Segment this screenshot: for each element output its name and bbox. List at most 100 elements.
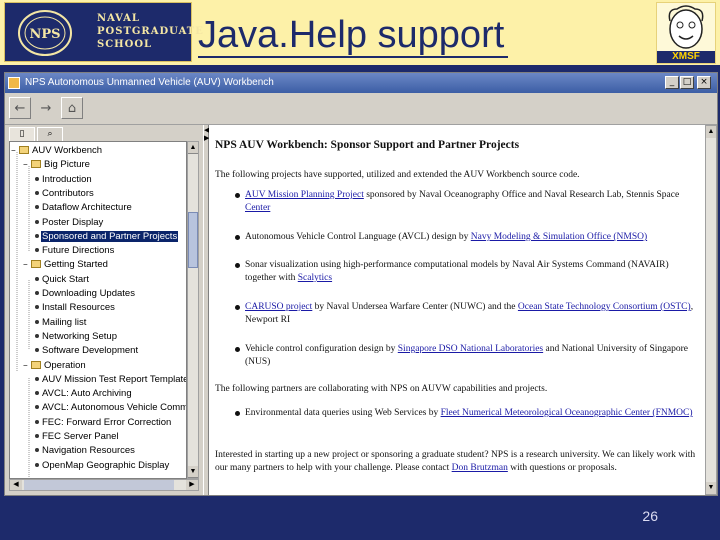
page-bullet-icon [35,305,39,310]
tree-page[interactable]: AVCL: Autonomous Vehicle Command Languag… [35,401,186,415]
tree-page[interactable]: Quick Start [35,273,90,287]
scroll-up-icon[interactable]: ▲ [706,126,716,138]
home-icon[interactable]: ⌂ [61,97,83,119]
tree-item-label: Contributors [42,187,94,199]
tree-page[interactable]: Dataflow Architecture [35,201,133,215]
page-bullet-icon [35,205,39,210]
close-button[interactable]: × [697,76,711,89]
tree-item-label: AVCL: Autonomous Vehicle Command Languag… [42,402,186,414]
page-bullet-icon [35,462,39,467]
xmsf-logo: XMSF [656,2,716,64]
caricature-icon [668,5,704,49]
expand-toggle-icon[interactable]: − [23,359,31,373]
page-bullet-icon [35,319,39,324]
project-link[interactable]: Navy Modeling & Simulation Office (NMSO) [471,232,647,242]
page-bullet-icon [35,276,39,281]
page-bullet-icon [35,233,39,238]
tree-page[interactable]: AUV Mission Test Report Template [35,373,187,387]
minimize-button[interactable]: _ [665,76,679,89]
toc-tree: − AUV Workbench − Big Picture Introduction Co… [9,141,187,479]
contact-link[interactable]: Don Brutzman [452,463,508,473]
toc-vertical-scrollbar[interactable]: ▲ ▼ [187,141,199,479]
tree-page[interactable]: FEC: Forward Error Correction [35,416,172,430]
tree-folder[interactable]: − Getting Started [23,258,109,272]
project-link[interactable]: AUV Mission Planning Project [245,190,364,200]
slide-header: NPS NAVAL POSTGRADUATE SCHOOL Java.Help … [0,0,720,68]
help-content: NPS AUV Workbench: Sponsor Support and P… [209,125,705,495]
app-icon [8,77,20,89]
contents-tab[interactable]: ▯ [9,127,35,141]
page-bullet-icon [35,405,39,410]
scroll-thumb[interactable] [188,212,198,268]
expand-toggle-icon[interactable]: − [11,144,19,158]
back-arrow-icon[interactable]: ← [9,97,31,119]
page-bullet-icon [35,190,39,195]
scroll-thumb[interactable] [24,480,174,490]
tree-page[interactable]: Networking Setup [35,330,118,344]
page-bullet-icon [35,448,39,453]
project-link[interactable]: Scalytics [298,273,332,283]
tree-page[interactable]: Introduction [35,173,93,187]
project-item: Sonar visualization using high-performan… [235,259,697,285]
tree-page[interactable]: FEC Server Panel [35,430,120,444]
tree-page[interactable]: OpenMap Geographic Display [35,459,170,473]
navigator-tabs: ▯ ⌕ [7,125,203,141]
project-item: Vehicle control configuration design by … [235,343,697,369]
scroll-up-icon[interactable]: ▲ [188,142,198,154]
tree-item-label: AVCL: Auto Archiving [42,388,132,400]
expand-toggle-icon[interactable]: − [23,258,31,272]
tree-item-label: Networking Setup [42,330,117,342]
maximize-button[interactable]: □ [680,76,694,89]
scroll-down-icon[interactable]: ▼ [706,482,716,494]
tree-page[interactable]: Sponsored and Partner Projects [35,230,179,244]
search-tab[interactable]: ⌕ [37,127,63,141]
tree-item-label: AUV Mission Test Report Template [42,373,187,385]
window-titlebar[interactable]: NPS Autonomous Unmanned Vehicle (AUV) Wo… [5,73,717,93]
page-bullet-icon [35,176,39,181]
tree-page[interactable]: Future Directions [35,244,115,258]
forward-arrow-icon[interactable]: → [35,97,57,119]
toc-horizontal-scrollbar[interactable]: ◀ ▶ [9,479,199,491]
tree-page[interactable]: Navigation Resources [35,444,136,458]
tree-item-label: Sponsored and Partner Projects [41,230,179,242]
project-link[interactable]: Center [245,203,270,213]
tree-item-label: AUV Workbench [32,145,103,156]
scroll-left-icon[interactable]: ◀ [10,480,22,490]
slide-title: Java.Help support [198,14,509,58]
project-link[interactable]: Ocean State Technology Consortium (OSTC) [518,302,691,312]
tree-page[interactable]: Poster Display [35,216,104,230]
tree-page[interactable]: Downloading Updates [35,287,136,301]
tree-item-label: Poster Display [42,216,104,228]
tree-item-label: Getting Started [44,259,108,271]
tree-page[interactable]: Software Development [35,344,139,358]
project-link[interactable]: CARUSO project [245,302,312,312]
closing-text: Interested in starting up a new project … [215,449,703,475]
tree-folder[interactable]: − AUV Workbench [11,144,103,158]
scroll-right-icon[interactable]: ▶ [186,480,198,490]
content-vertical-scrollbar[interactable]: ▲ ▼ [705,125,717,495]
page-bullet-icon [35,391,39,396]
expand-toggle-icon[interactable]: − [23,158,31,172]
partner-text: Environmental data queries using Web Ser… [245,408,441,418]
tree-page[interactable]: Mailing list [35,316,87,330]
page-bullet-icon [35,348,39,353]
project-link[interactable]: Singapore DSO National Laboratories [398,344,543,354]
partner-link[interactable]: Fleet Numerical Meteorological Oceanogra… [441,408,693,418]
school-name-line: NAVAL [97,13,140,24]
tree-folder[interactable]: − Big Picture [23,158,91,172]
tree-item-label: Navigation Resources [42,445,135,457]
tree-item-label: Operation [44,359,86,371]
scroll-down-icon[interactable]: ▼ [188,466,198,478]
page-bullet-icon [35,376,39,381]
tree-page[interactable]: AVCL: Auto Archiving [35,387,133,401]
tree-folder[interactable]: − Operation [23,359,87,373]
project-text: Autonomous Vehicle Control Language (AVC… [245,232,471,242]
nps-seal-icon: NPS [18,10,72,56]
tree-page[interactable]: Contributors [35,187,95,201]
project-item: Autonomous Vehicle Control Language (AVC… [235,231,697,244]
tree-page[interactable]: Install Resources [35,301,116,315]
tree-item-label: Big Picture [44,159,90,171]
project-text: Vehicle control configuration design by [245,344,398,354]
folder-icon [31,360,41,369]
tree-item-label: Future Directions [42,245,115,257]
